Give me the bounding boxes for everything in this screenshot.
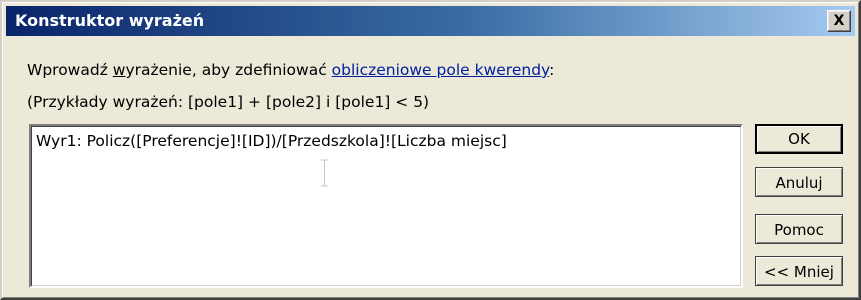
close-icon: X xyxy=(833,13,845,29)
instruction-text: Wprowadź wyrażenie, aby zdefiniować obli… xyxy=(27,61,554,79)
calculated-field-link[interactable]: obliczeniowe pole kwerendy xyxy=(332,61,549,79)
expression-builder-dialog: Konstruktor wyrażeń X Wprowadź wyrażenie… xyxy=(0,0,861,300)
dialog-frame: Konstruktor wyrażeń X Wprowadź wyrażenie… xyxy=(2,2,859,298)
expression-input[interactable]: Wyr1: Policz([Preferencje]![ID])/[Przeds… xyxy=(29,124,743,288)
ok-button[interactable]: OK xyxy=(755,124,843,154)
text-cursor-icon xyxy=(321,159,328,187)
instruction-part-1: Wprowadź xyxy=(27,61,113,79)
help-button[interactable]: Pomoc xyxy=(755,214,843,244)
instruction-part-3: : xyxy=(549,61,555,79)
title-bar[interactable]: Konstruktor wyrażeń X xyxy=(6,6,855,36)
instruction-accelerator: w xyxy=(112,61,126,79)
less-button[interactable]: << Mniej xyxy=(755,256,843,286)
examples-text: (Przykłady wyrażeń: [pole1] + [pole2] i … xyxy=(27,93,430,111)
dialog-title: Konstruktor wyrażeń xyxy=(15,11,205,30)
expression-value: Wyr1: Policz([Preferencje]![ID])/[Przeds… xyxy=(36,132,507,150)
close-button[interactable]: X xyxy=(827,10,851,32)
instruction-part-2: yrażenie, aby zdefiniować xyxy=(125,61,332,79)
cancel-button[interactable]: Anuluj xyxy=(755,167,843,197)
